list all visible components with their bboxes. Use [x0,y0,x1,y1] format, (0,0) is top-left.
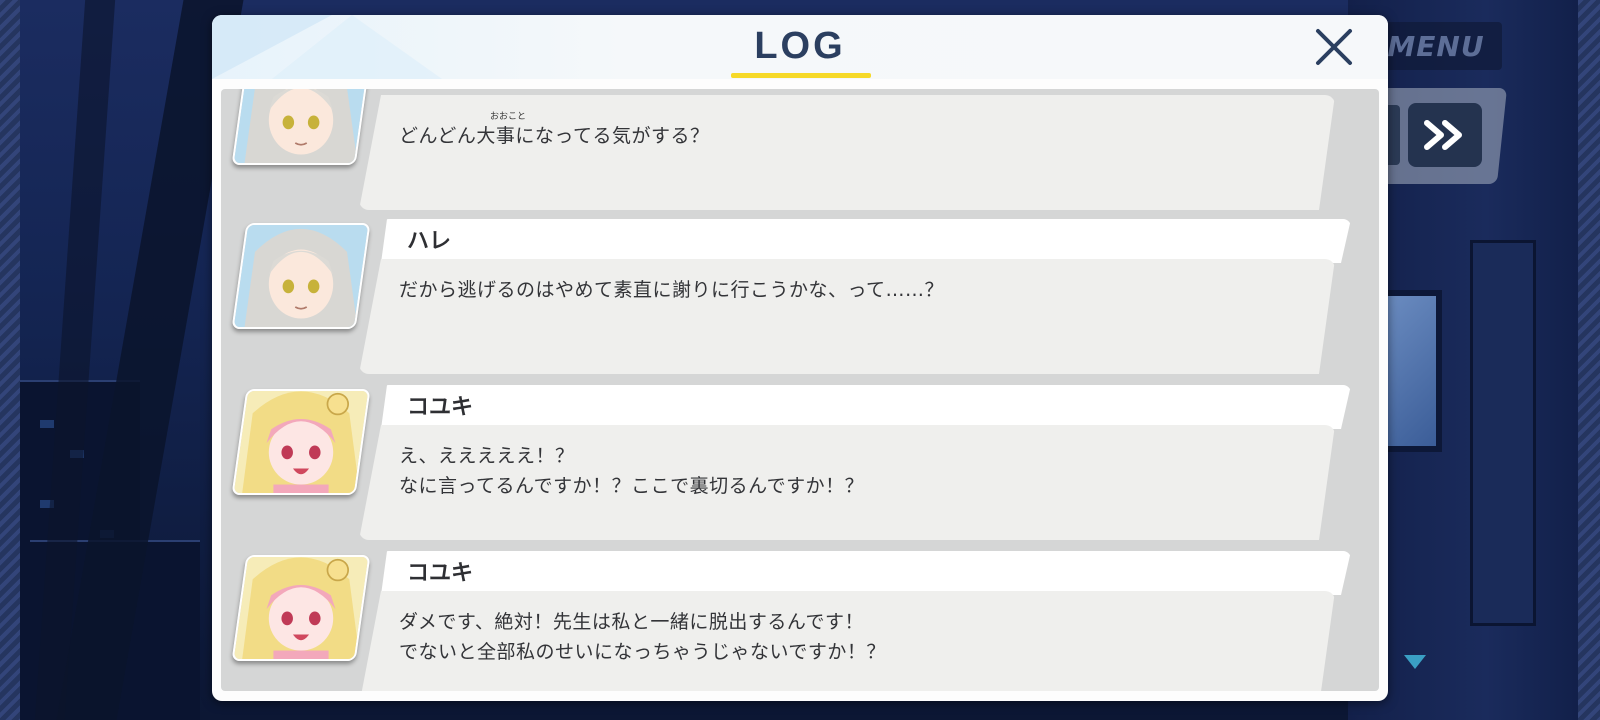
dialogue-line: どんどん大事になってる気がする？ [399,125,710,147]
log-entry: ハレ だから逃げるのはやめて素直に謝りに行こうかな、って……？ [221,219,1379,379]
name-strip [381,219,1351,263]
name-strip [381,385,1351,429]
portrait-koyuki [231,555,371,661]
dialogue-line: でないと全部私のせいになっちゃうじゃないですか！？ [399,641,886,663]
dialogue-line: なに言ってるんですか！？ここで裏切るんですか！？ [399,475,865,497]
dialogue-line: ダメです、絶対！先生は私と一緒に脱出するんです！ [399,611,864,633]
dialogue-line: だから逃げるのはやめて素直に謝りに行こうかな、って……？ [399,279,945,301]
log-entry: コユキ え、えええええ！？ なに言ってるんですか！？ここで裏切るんですか！？ [221,385,1379,545]
title-underline [731,73,871,78]
fast-forward-button[interactable] [1408,103,1482,167]
log-header: LOG [212,15,1388,79]
speaker-name: ハレ [407,229,452,254]
portrait-hare [231,89,371,165]
close-button[interactable] [1312,25,1356,69]
log-entry: コユキ ダメです、絶対！先生は私と一緒に脱出するんです！ でないと全部私のせいに… [221,551,1379,691]
menu-button[interactable]: MENU [1370,22,1502,70]
border-stripe-right [1578,0,1600,720]
speaker-name: コユキ [407,561,474,586]
log-panel: LOG おおこと どんどん大事になってる気がする？ ハレ だから逃げるのはやめて… [212,15,1388,701]
fast-forward-icon [1424,120,1462,150]
border-stripe-left [0,0,20,720]
name-strip [381,551,1351,595]
log-entry: おおこと どんどん大事になってる気がする？ [221,89,1379,215]
portrait-hare [231,223,371,329]
dialogue-line: え、えええええ！？ [399,445,575,467]
close-icon [1316,29,1352,65]
chevron-down-icon [1404,655,1426,669]
log-title: LOG [754,25,846,67]
portrait-koyuki [231,389,371,495]
log-list[interactable]: おおこと どんどん大事になってる気がする？ ハレ だから逃げるのはやめて素直に謝… [221,89,1379,691]
speaker-name: コユキ [407,395,474,420]
